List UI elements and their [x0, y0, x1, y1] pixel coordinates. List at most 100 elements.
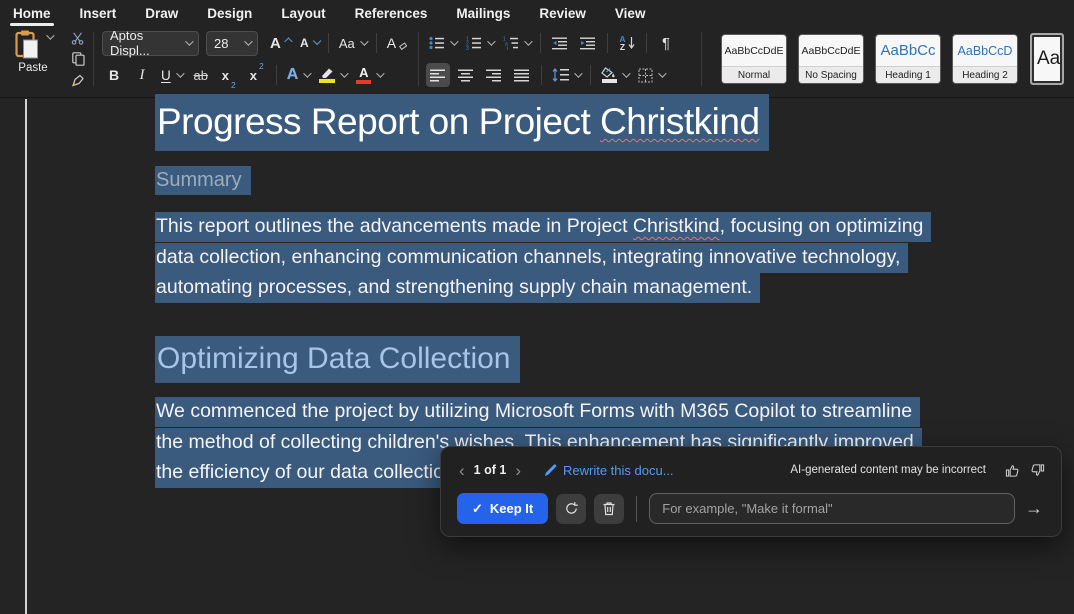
- decrease-indent-button[interactable]: [548, 31, 572, 55]
- style-label: No Spacing: [799, 66, 863, 83]
- text-effects-button[interactable]: A: [284, 63, 313, 87]
- shading-button[interactable]: [598, 63, 631, 87]
- paste-button[interactable]: Paste: [8, 28, 58, 90]
- increase-indent-button[interactable]: [576, 31, 600, 55]
- font-size-select[interactable]: 28: [206, 31, 258, 56]
- show-formatting-button[interactable]: ¶: [654, 31, 678, 55]
- thumbs-down-icon[interactable]: [1030, 463, 1045, 478]
- align-right-icon: [486, 69, 502, 82]
- tab-insert[interactable]: Insert: [79, 5, 118, 26]
- bullet-list-icon: [429, 36, 445, 50]
- tab-references[interactable]: References: [354, 5, 429, 26]
- subscript-button[interactable]: x 2: [217, 63, 241, 87]
- chevron-down-icon: [303, 69, 311, 77]
- style-label: Normal: [722, 66, 786, 83]
- align-center-icon: [458, 69, 474, 82]
- chevron-down-icon: [450, 37, 458, 45]
- style-heading-2[interactable]: AaBbCcD Heading 2: [953, 35, 1017, 83]
- tab-view[interactable]: View: [614, 5, 647, 26]
- pencil-icon: [544, 464, 557, 477]
- strikethrough-button[interactable]: ab: [189, 63, 213, 87]
- paragraph-group-row2: [426, 62, 667, 88]
- previous-suggestion-button[interactable]: ‹: [457, 462, 467, 479]
- numbering-button[interactable]: 1 2 3: [463, 31, 496, 55]
- borders-button[interactable]: [635, 63, 667, 87]
- style-normal[interactable]: AaBbCcDdE Normal: [722, 35, 786, 83]
- clipboard-icon: [15, 30, 39, 59]
- tab-layout[interactable]: Layout: [280, 5, 326, 26]
- superscript-button[interactable]: x 2: [245, 63, 269, 87]
- discard-button[interactable]: [594, 494, 624, 524]
- sort-icon: A Z: [619, 35, 625, 52]
- copilot-header-row: ‹ 1 of 1 › Rewrite this docu... AI-gener…: [457, 460, 1045, 480]
- rewrite-label: Rewrite this docu...: [563, 463, 674, 478]
- highlight-color-button[interactable]: [316, 63, 349, 87]
- tab-review[interactable]: Review: [538, 5, 587, 26]
- feedback-buttons: [1005, 463, 1045, 478]
- cut-button[interactable]: [66, 29, 90, 48]
- align-right-button[interactable]: [482, 63, 506, 87]
- word-window: Home Insert Draw Design Layout Reference…: [0, 0, 1074, 614]
- tab-home[interactable]: Home: [12, 5, 52, 26]
- divider: [276, 65, 277, 85]
- copilot-prompt-input[interactable]: [649, 493, 1015, 524]
- copilot-action-row: ✓ Keep It →: [457, 493, 1045, 524]
- style-no-spacing[interactable]: AaBbCcDdE No Spacing: [799, 35, 863, 83]
- paragraph-1[interactable]: This report outlines the advancements ma…: [155, 215, 931, 307]
- keep-it-button[interactable]: ✓ Keep It: [457, 493, 548, 524]
- align-left-icon: [430, 69, 446, 82]
- tab-mailings[interactable]: Mailings: [455, 5, 511, 26]
- paragraph-group-row1: 1 2 3 1 a i: [426, 30, 678, 56]
- next-suggestion-button[interactable]: ›: [513, 462, 523, 479]
- chevron-down-icon: [185, 37, 193, 45]
- font-color-button[interactable]: A: [353, 63, 385, 87]
- subscript-x: x: [222, 68, 229, 83]
- clear-formatting-glyph: A: [387, 35, 396, 51]
- tab-design[interactable]: Design: [206, 5, 253, 26]
- chevron-down-icon: [622, 69, 630, 77]
- send-prompt-button[interactable]: →: [1023, 498, 1045, 519]
- format-painter-button[interactable]: [66, 70, 90, 89]
- sort-button[interactable]: A Z: [615, 31, 639, 55]
- clear-formatting-button[interactable]: A: [384, 31, 410, 55]
- style-preview: AaBbCcDdE: [799, 35, 863, 66]
- styles-gallery: AaBbCcDdE Normal AaBbCcDdE No Spacing Aa…: [706, 28, 1074, 90]
- change-case-button[interactable]: Aa: [336, 31, 369, 55]
- style-label: Heading 2: [953, 66, 1017, 83]
- title-misspelled-word: Christkind: [600, 101, 760, 142]
- summary-heading[interactable]: Summary: [155, 169, 251, 192]
- justify-icon: [514, 69, 530, 82]
- font-color-icon: A: [356, 66, 371, 84]
- summary-text: Summary: [155, 166, 251, 195]
- align-left-button[interactable]: [426, 63, 450, 87]
- borders-icon: [638, 68, 653, 83]
- font-name-select[interactable]: Aptos Displ...: [102, 31, 199, 56]
- ribbon-chrome: Home Insert Draw Design Layout Reference…: [0, 0, 1074, 98]
- align-center-button[interactable]: [454, 63, 478, 87]
- copy-button[interactable]: [66, 50, 90, 69]
- thumbs-up-icon[interactable]: [1005, 463, 1020, 478]
- chevron-down-icon: [360, 37, 368, 45]
- bullets-button[interactable]: [426, 31, 459, 55]
- shrink-font-button[interactable]: A: [297, 31, 321, 55]
- underline-button[interactable]: U: [158, 63, 185, 87]
- document-title[interactable]: Progress Report on Project Christkind: [155, 101, 769, 143]
- regenerate-button[interactable]: [556, 494, 586, 524]
- multilevel-list-button[interactable]: 1 a i: [500, 31, 533, 55]
- pilcrow-icon: ¶: [662, 35, 670, 52]
- chevron-down-icon: [46, 31, 54, 39]
- title-text: Progress Report on Project: [157, 101, 600, 142]
- keep-it-label: Keep It: [490, 501, 533, 516]
- section-heading[interactable]: Optimizing Data Collection: [155, 342, 520, 376]
- bold-button[interactable]: B: [102, 63, 126, 87]
- chevron-down-icon: [176, 69, 184, 77]
- rewrite-document-link[interactable]: Rewrite this docu...: [544, 463, 674, 478]
- justify-button[interactable]: [510, 63, 534, 87]
- style-title-selected[interactable]: Aa: [1030, 33, 1064, 85]
- italic-button[interactable]: I: [130, 63, 154, 87]
- line-spacing-button[interactable]: [549, 63, 583, 87]
- style-heading-1[interactable]: AaBbCc Heading 1: [876, 35, 940, 83]
- grow-font-button[interactable]: A: [267, 31, 293, 55]
- tab-draw[interactable]: Draw: [144, 5, 179, 26]
- font-group-row1: Aptos Displ... 28 A A Aa: [102, 30, 410, 56]
